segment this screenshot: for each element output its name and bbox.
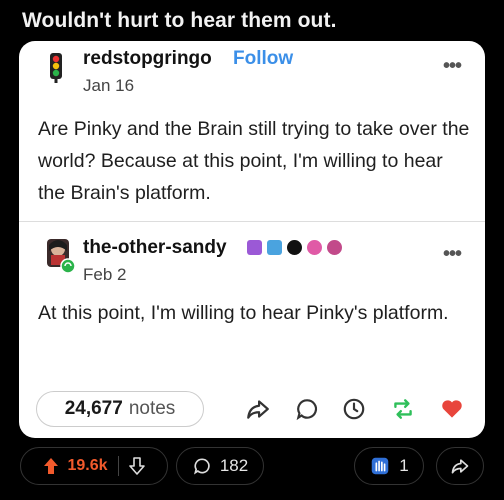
upvote-count: 19.6k — [67, 457, 108, 474]
reblog-icon[interactable] — [390, 396, 416, 422]
comment-icon[interactable] — [294, 396, 320, 422]
badge-icon — [247, 240, 262, 255]
notes-label: notes — [128, 398, 176, 419]
comment-count: 182 — [219, 456, 249, 475]
badge-icon — [307, 240, 322, 255]
award-hand-icon — [372, 457, 389, 475]
comments-button[interactable]: 182 — [176, 447, 264, 485]
heart-icon[interactable] — [439, 396, 465, 422]
reply-date: Feb 2 — [83, 265, 127, 284]
tumblr-screenshot-card: redstopgringo Follow Jan 16 ••• Are Pink… — [19, 41, 485, 438]
op-post-text: Are Pinky and the Brain still trying to … — [38, 118, 470, 204]
clock-icon[interactable] — [341, 396, 367, 422]
award-count: 1 — [399, 456, 409, 475]
reply-username[interactable]: the-other-sandy — [83, 237, 227, 259]
user-avatar[interactable] — [43, 237, 77, 275]
more-options-icon[interactable]: ••• — [443, 243, 462, 266]
badge-icon — [327, 240, 342, 255]
user-badges — [247, 240, 342, 255]
award-button[interactable]: 1 — [354, 447, 424, 485]
upvote-icon[interactable] — [43, 457, 59, 475]
divider — [117, 456, 119, 476]
share-icon — [451, 459, 469, 474]
share-icon[interactable] — [245, 396, 271, 422]
divider — [19, 221, 485, 222]
vote-pill: 19.6k — [20, 447, 168, 485]
post-title: Wouldn't hurt to hear them out. — [22, 9, 337, 32]
share-button[interactable] — [436, 447, 484, 485]
more-options-icon[interactable]: ••• — [443, 55, 462, 78]
op-date: Jan 16 — [83, 76, 135, 95]
follow-button[interactable]: Follow — [233, 48, 293, 70]
badge-icon — [267, 240, 282, 255]
notes-button[interactable]: 24,677 notes — [36, 391, 204, 427]
notes-count: 24,677 — [64, 398, 123, 419]
badge-icon — [287, 240, 302, 255]
reply-text: At this point, I'm willing to hear Pinky… — [38, 302, 449, 324]
downvote-icon[interactable] — [128, 457, 145, 475]
op-username[interactable]: redstopgringo — [83, 48, 212, 70]
traffic-light-icon — [50, 53, 62, 83]
comment-icon — [193, 458, 210, 475]
